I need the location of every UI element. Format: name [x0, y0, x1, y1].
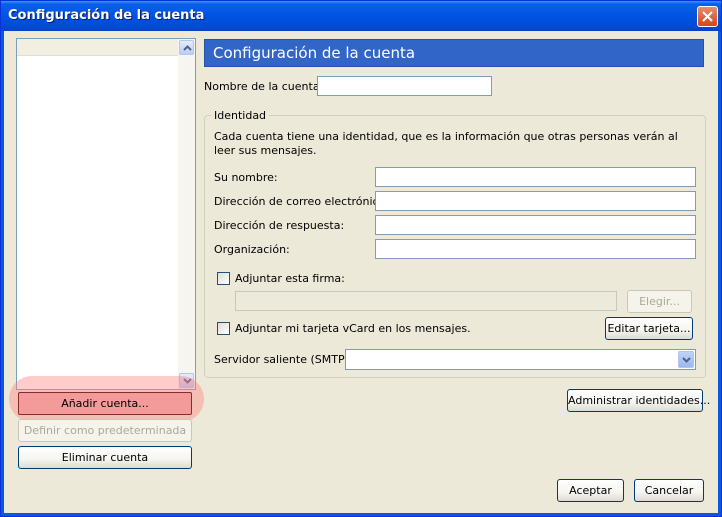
manage-identities-button[interactable]: Administrar identidades... [567, 389, 710, 412]
account-name-input[interactable] [317, 76, 492, 96]
account-list-item[interactable] [17, 39, 179, 56]
account-name-label: Nombre de la cuenta: [204, 80, 324, 93]
accept-button[interactable]: Aceptar [557, 479, 624, 502]
close-icon [702, 11, 713, 22]
scroll-up-button[interactable] [179, 40, 194, 55]
smtp-dropdown-button[interactable] [678, 351, 694, 368]
email-input[interactable] [375, 191, 696, 211]
account-settings-window: Configuración de la cuenta Añadir cuenta… [0, 0, 722, 517]
close-button[interactable] [697, 6, 718, 27]
dialog-body: Añadir cuenta... Definir como predetermi… [4, 31, 718, 513]
page-title: Configuración de la cuenta [204, 39, 704, 67]
name-label: Su nombre: [214, 171, 278, 184]
organization-label: Organización: [214, 243, 290, 256]
window-title: Configuración de la cuenta [8, 8, 205, 23]
add-account-button[interactable]: Añadir cuenta... [18, 392, 192, 415]
email-label: Dirección de correo electrónico: [214, 195, 390, 208]
account-list-scrollbar[interactable] [178, 39, 195, 389]
cancel-button[interactable]: Cancelar [634, 479, 704, 502]
chevron-down-icon [682, 357, 691, 363]
smtp-select[interactable] [345, 349, 696, 370]
attach-signature-checkbox[interactable] [217, 272, 230, 285]
reply-to-label: Dirección de respuesta: [214, 219, 345, 232]
organization-input[interactable] [375, 239, 696, 259]
account-list[interactable] [16, 38, 196, 390]
chevron-up-icon [183, 45, 192, 51]
title-bar[interactable]: Configuración de la cuenta [1, 1, 721, 31]
choose-signature-button[interactable]: Elegir... [627, 290, 692, 313]
edit-card-button[interactable]: Editar tarjeta... [605, 317, 693, 340]
attach-signature-label[interactable]: Adjuntar esta firma: [235, 272, 345, 285]
identity-description: Cada cuenta tiene una identidad, que es … [214, 130, 678, 157]
reply-to-input[interactable] [375, 215, 696, 235]
attach-vcard-checkbox[interactable] [217, 322, 230, 335]
smtp-label: Servidor saliente (SMTP): [214, 353, 353, 366]
remove-account-button[interactable]: Eliminar cuenta [18, 446, 192, 469]
identity-legend: Identidad [211, 109, 270, 122]
set-default-button[interactable]: Definir como predeterminada [18, 419, 192, 442]
name-input[interactable] [375, 167, 696, 187]
attach-vcard-label[interactable]: Adjuntar mi tarjeta vCard en los mensaje… [235, 322, 471, 335]
signature-file-input[interactable] [235, 291, 617, 311]
